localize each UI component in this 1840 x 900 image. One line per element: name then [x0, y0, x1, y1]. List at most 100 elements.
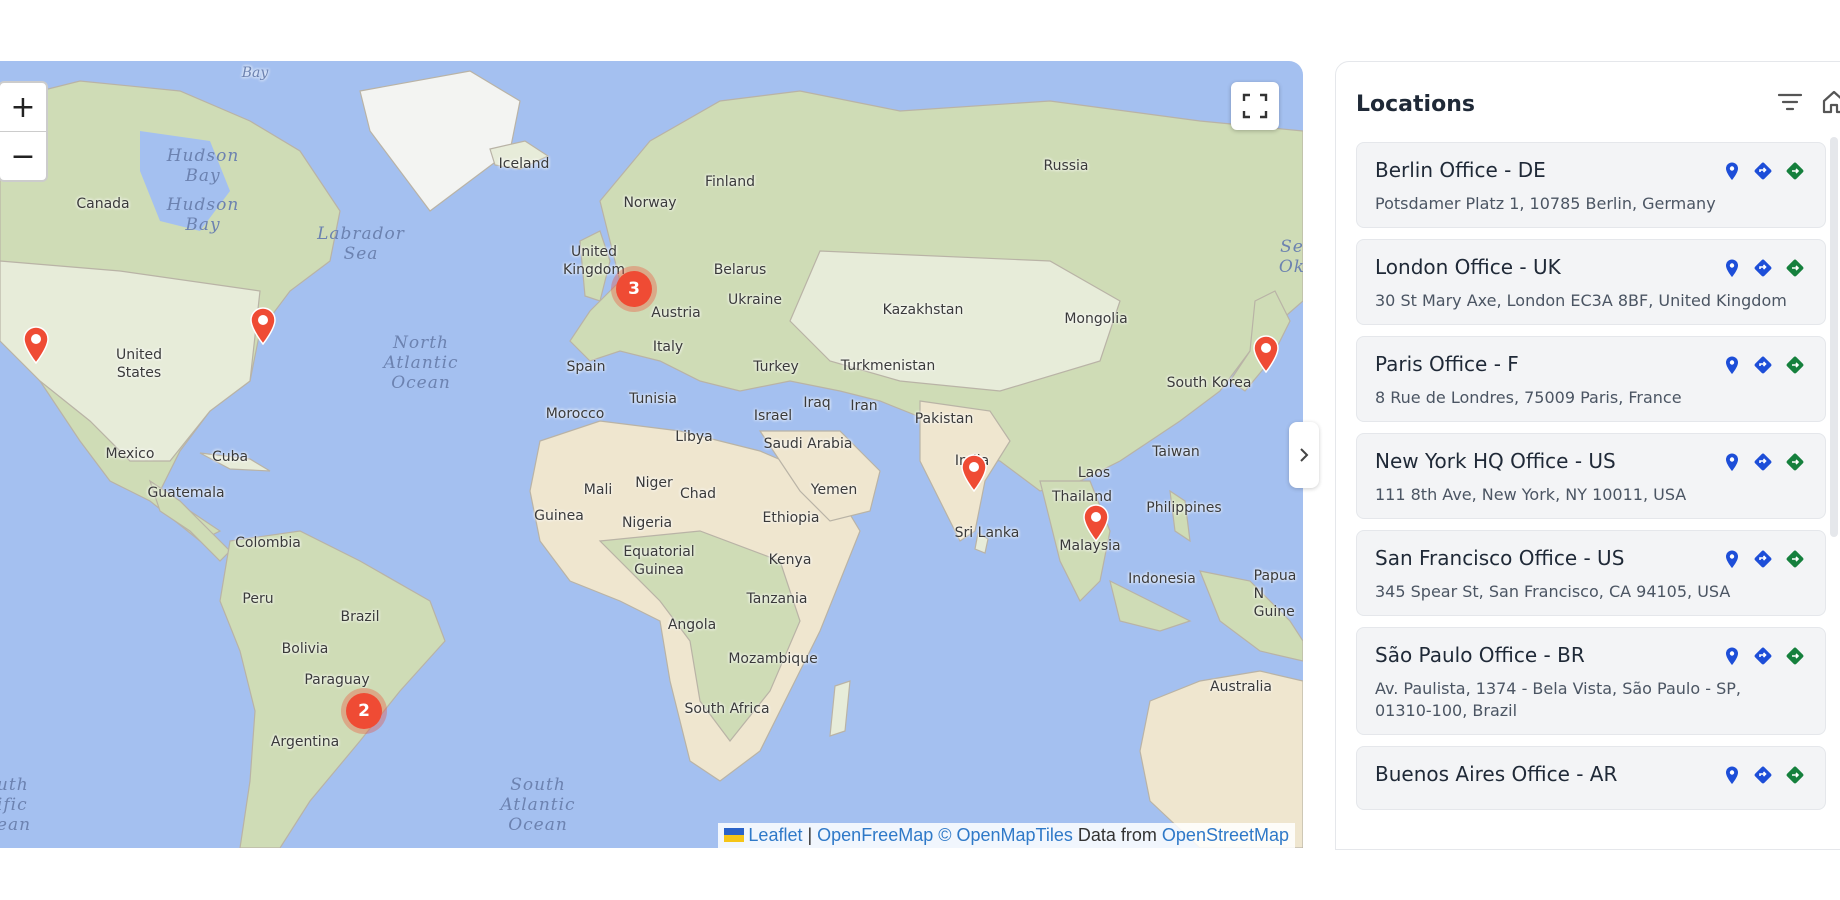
- directions-icon[interactable]: [1753, 646, 1773, 666]
- label-ethiopia: Ethiopia: [762, 510, 820, 526]
- label-spain: Spain: [566, 359, 606, 375]
- label-morocco: Morocco: [545, 406, 605, 422]
- label-sea-of-okhotsk: Se Ok: [1278, 237, 1303, 277]
- zoom-control: + −: [0, 81, 48, 182]
- map-pin-icon[interactable]: [1723, 258, 1741, 278]
- map-marker-india[interactable]: [960, 454, 988, 492]
- locations-sidebar: Locations Berlin Office - DE Potsdamer Pl…: [1335, 61, 1840, 850]
- label-italy: Italy: [652, 339, 684, 355]
- navigate-icon[interactable]: [1785, 452, 1805, 472]
- location-card[interactable]: Berlin Office - DE Potsdamer Platz 1, 107…: [1356, 142, 1826, 228]
- label-iceland: Iceland: [498, 156, 550, 172]
- filter-icon[interactable]: [1776, 88, 1804, 116]
- ukraine-flag-icon: [724, 828, 745, 842]
- label-kenya: Kenya: [768, 552, 812, 568]
- navigate-icon[interactable]: [1785, 765, 1805, 785]
- map-cluster-europe[interactable]: 3: [611, 266, 657, 312]
- map-attribution: Leaflet | OpenFreeMap © OpenMapTiles Dat…: [718, 823, 1295, 848]
- navigate-icon[interactable]: [1785, 161, 1805, 181]
- label-mexico: Mexico: [105, 446, 155, 462]
- navigate-icon[interactable]: [1785, 355, 1805, 375]
- directions-icon[interactable]: [1753, 549, 1773, 569]
- label-tanzania: Tanzania: [746, 591, 808, 607]
- label-angola: Angola: [667, 617, 717, 633]
- fullscreen-icon: [1242, 93, 1268, 119]
- label-bolivia: Bolivia: [281, 641, 329, 657]
- map-pin-icon[interactable]: [1723, 765, 1741, 785]
- label-norway: Norway: [623, 195, 677, 211]
- map-cluster-south-america[interactable]: 2: [341, 688, 387, 734]
- label-taiwan: Taiwan: [1152, 444, 1200, 460]
- location-card[interactable]: San Francisco Office - US 345 Spear St, S…: [1356, 530, 1826, 616]
- map-marker-japan[interactable]: [1252, 335, 1280, 373]
- label-canada: Canada: [76, 196, 130, 212]
- label-philippines: Philippines: [1146, 500, 1222, 516]
- label-mali: Mali: [583, 482, 613, 498]
- label-mozambique: Mozambique: [728, 651, 818, 667]
- sidebar-header: Locations: [1356, 84, 1840, 124]
- label-thailand: Thailand: [1051, 489, 1113, 505]
- chevron-right-icon: [1300, 448, 1309, 462]
- label-saudi-arabia: Saudi Arabia: [763, 436, 853, 452]
- location-address: 111 8th Ave, New York, NY 10011, USA: [1375, 485, 1687, 504]
- location-card[interactable]: New York HQ Office - US 111 8th Ave, New …: [1356, 433, 1826, 519]
- label-south-korea: South Korea: [1166, 375, 1252, 391]
- zoom-out-button[interactable]: −: [0, 131, 46, 180]
- sidebar-toggle-button[interactable]: [1289, 422, 1319, 488]
- label-chad: Chad: [679, 486, 717, 502]
- label-hudson-bay-secondary: Hudson Bay: [166, 195, 240, 235]
- fullscreen-button[interactable]: [1231, 82, 1279, 130]
- label-colombia: Colombia: [235, 535, 301, 551]
- location-card[interactable]: Buenos Aires Office - AR: [1356, 746, 1826, 810]
- leaflet-link[interactable]: Leaflet: [748, 825, 802, 845]
- label-argentina: Argentina: [270, 734, 340, 750]
- location-card[interactable]: São Paulo Office - BR Av. Paulista, 1374 …: [1356, 627, 1826, 735]
- location-card[interactable]: London Office - UK 30 St Mary Axe, London…: [1356, 239, 1826, 325]
- location-address: Av. Paulista, 1374 - Bela Vista, São Pau…: [1375, 679, 1741, 720]
- map-pin-icon[interactable]: [1723, 549, 1741, 569]
- cluster-count: 2: [346, 693, 382, 729]
- label-cuba: Cuba: [211, 449, 249, 465]
- label-brazil: Brazil: [340, 609, 380, 625]
- zoom-in-button[interactable]: +: [0, 83, 46, 131]
- map-view[interactable]: Bay Iceland Russia Finland Norway Canada…: [0, 61, 1303, 848]
- label-south-pacific-ocean: uth ific ean: [0, 775, 32, 835]
- map-marker-new-york[interactable]: [249, 307, 277, 345]
- label-south-africa: South Africa: [684, 701, 770, 717]
- location-card[interactable]: Paris Office - F8 Rue de Londres, 75009 …: [1356, 336, 1826, 422]
- openmaptiles-link[interactable]: © OpenMapTiles: [938, 825, 1073, 845]
- map-pin-icon[interactable]: [1723, 646, 1741, 666]
- label-paraguay: Paraguay: [304, 672, 370, 688]
- directions-icon[interactable]: [1753, 258, 1773, 278]
- home-icon[interactable]: [1820, 88, 1840, 116]
- label-kazakhstan: Kazakhstan: [882, 302, 964, 318]
- directions-icon[interactable]: [1753, 765, 1773, 785]
- map-pin-icon[interactable]: [1723, 355, 1741, 375]
- openstreetmap-link[interactable]: OpenStreetMap: [1162, 825, 1289, 845]
- map-pin-icon[interactable]: [1723, 452, 1741, 472]
- map-marker-malaysia[interactable]: [1082, 504, 1110, 542]
- label-laos: Laos: [1077, 465, 1111, 481]
- label-sri-lanka: Sri Lanka: [954, 525, 1020, 541]
- label-israel: Israel: [753, 408, 793, 424]
- directions-icon[interactable]: [1753, 161, 1773, 181]
- label-indonesia: Indonesia: [1128, 571, 1196, 587]
- location-address: Potsdamer Platz 1, 10785 Berlin, Germany: [1375, 194, 1716, 213]
- sidebar-scrollbar[interactable]: [1830, 137, 1838, 537]
- label-guatemala: Guatemala: [147, 485, 225, 501]
- map-marker-san-francisco[interactable]: [22, 326, 50, 364]
- label-nigeria: Nigeria: [621, 515, 673, 531]
- label-ukraine: Ukraine: [727, 292, 783, 308]
- navigate-icon[interactable]: [1785, 258, 1805, 278]
- label-austria: Austria: [651, 305, 701, 321]
- map-pin-icon[interactable]: [1723, 161, 1741, 181]
- openfreemap-link[interactable]: OpenFreeMap: [817, 825, 933, 845]
- directions-icon[interactable]: [1753, 452, 1773, 472]
- label-mongolia: Mongolia: [1064, 311, 1128, 327]
- label-turkmenistan: Turkmenistan: [840, 358, 936, 374]
- directions-icon[interactable]: [1753, 355, 1773, 375]
- label-guinea: Guinea: [534, 508, 584, 524]
- navigate-icon[interactable]: [1785, 549, 1805, 569]
- navigate-icon[interactable]: [1785, 646, 1805, 666]
- location-list: Berlin Office - DE Potsdamer Platz 1, 107…: [1356, 142, 1826, 821]
